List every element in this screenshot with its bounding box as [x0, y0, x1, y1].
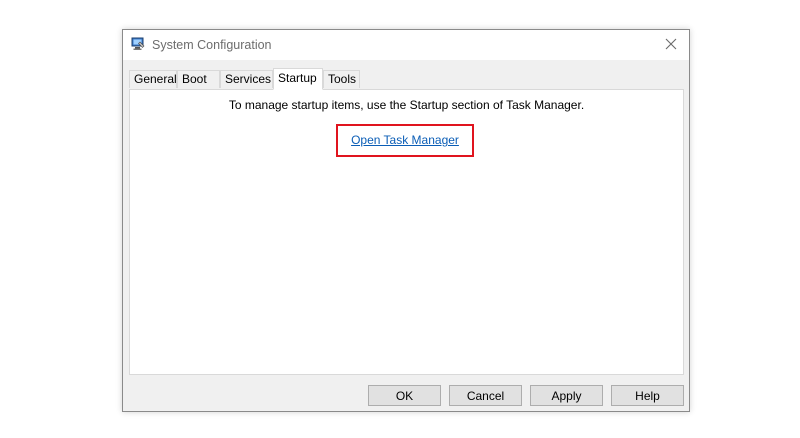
startup-message: To manage startup items, use the Startup…	[228, 98, 585, 112]
system-configuration-dialog: System Configuration General Boot Servic…	[122, 29, 690, 412]
ok-button[interactable]: OK	[368, 385, 441, 406]
tab-services[interactable]: Services	[220, 70, 273, 88]
close-button[interactable]	[653, 30, 689, 60]
help-button[interactable]: Help	[611, 385, 684, 406]
tab-tools[interactable]: Tools	[323, 70, 360, 88]
open-task-manager-link[interactable]: Open Task Manager	[338, 133, 472, 147]
highlight-box: Open Task Manager	[336, 124, 474, 157]
apply-button[interactable]: Apply	[530, 385, 603, 406]
tab-boot[interactable]: Boot	[177, 70, 220, 88]
cancel-button[interactable]: Cancel	[449, 385, 522, 406]
tab-startup[interactable]: Startup	[273, 68, 323, 90]
startup-tab-panel: To manage startup items, use the Startup…	[129, 89, 684, 375]
close-icon	[665, 38, 677, 53]
title-bar: System Configuration	[123, 30, 689, 60]
msconfig-icon	[131, 37, 145, 51]
window-title: System Configuration	[152, 38, 272, 52]
tab-general[interactable]: General	[129, 70, 177, 88]
tab-strip: General Boot Services Startup Tools	[129, 68, 685, 90]
